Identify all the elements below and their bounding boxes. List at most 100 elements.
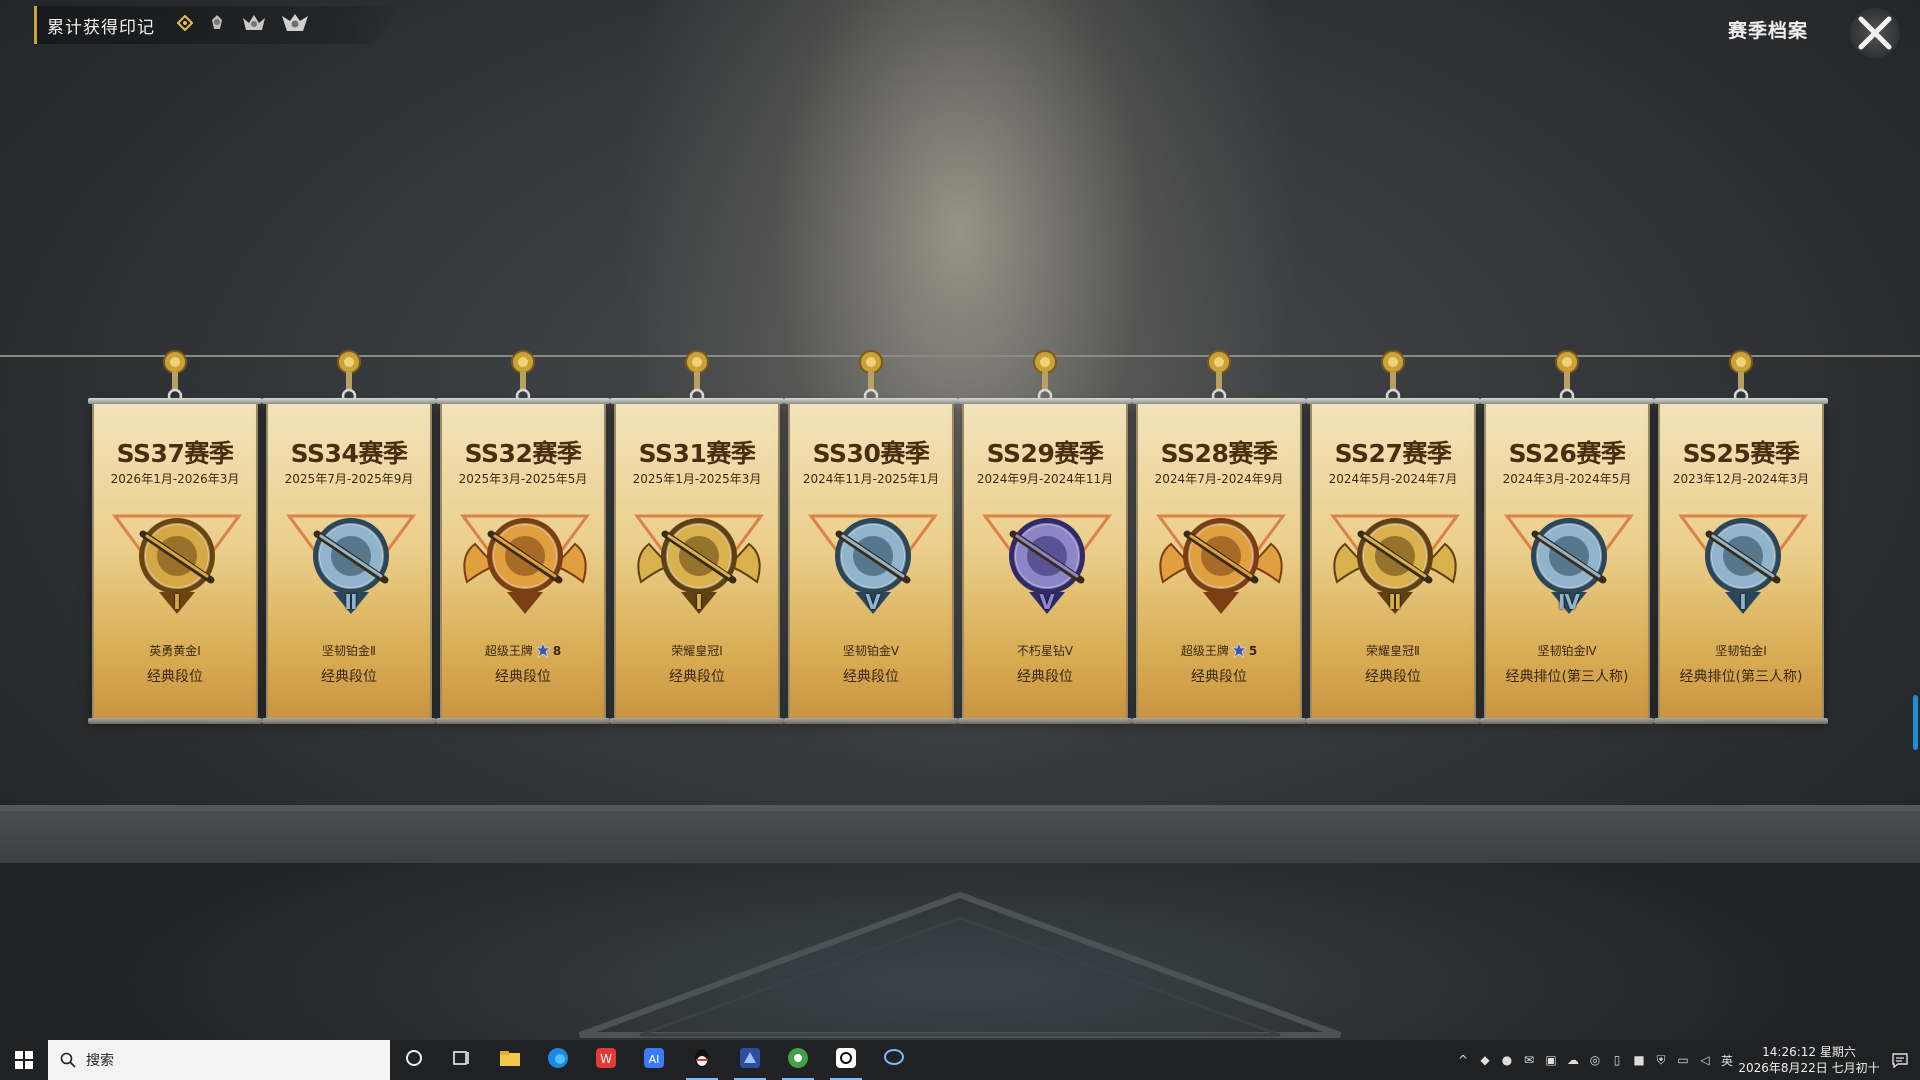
security-icon[interactable]: ⛨ — [1650, 1053, 1672, 1068]
chatgpt-taskbar-button[interactable] — [822, 1040, 870, 1080]
cortana-icon — [405, 1049, 423, 1071]
tray-app-icon[interactable]: ▣ — [1540, 1053, 1562, 1067]
floor-diamond-pattern — [578, 891, 1342, 1038]
tier-label: 坚韧铂金Ⅳ — [1486, 642, 1648, 659]
platinum-smg-emblem-icon: Ⅰ — [1673, 504, 1813, 624]
season-banner[interactable]: SS32赛季 2025年3月-2025年5月 超级王牌 8 经典段位 — [436, 398, 610, 724]
mode-label: 经典段位 — [1365, 669, 1421, 685]
mode-label: 经典段位 — [1017, 669, 1073, 685]
season-dates: 2023年12月-2024年3月 — [1672, 472, 1810, 486]
edge-taskbar-button[interactable] — [534, 1040, 582, 1080]
mode-label: 经典排位(第三人称) — [1505, 669, 1629, 685]
season-banner[interactable]: SS28赛季 2024年7月-2024年9月 超级王牌 5 经典段位 — [1132, 398, 1306, 724]
mode-label: 经典段位 — [147, 669, 203, 685]
mode-label: 经典段位 — [495, 669, 551, 685]
star-count: 5 — [1248, 644, 1258, 658]
mode-label: 经典段位 — [843, 669, 899, 685]
wps-taskbar-button[interactable]: W — [582, 1040, 630, 1080]
ace-mark-icon[interactable] — [281, 12, 309, 38]
file-explorer-taskbar-button[interactable] — [486, 1040, 534, 1080]
diamond-mark-icon[interactable] — [176, 14, 194, 35]
season-banner[interactable]: SS31赛季 2025年1月-2025年3月 Ⅰ 荣耀皇冠Ⅰ 经典段位 — [610, 398, 784, 724]
season-banner[interactable]: SS30赛季 2024年11月-2025年1月 Ⅴ 坚韧铂金Ⅴ 经典段位 — [784, 398, 958, 724]
green-app-taskbar-button[interactable] — [774, 1040, 822, 1080]
task-view-taskbar-button[interactable] — [438, 1040, 486, 1080]
start-button[interactable] — [0, 1040, 48, 1080]
season-dates: 2024年7月-2024年9月 — [1154, 472, 1284, 486]
notification-icon — [1892, 1053, 1908, 1068]
crown-mark-icon[interactable] — [241, 12, 267, 38]
tier-label: 超级王牌 5 — [1138, 641, 1300, 661]
achievement-label: 累计获得印记 — [47, 17, 155, 38]
season-dates: 2024年5月-2024年7月 — [1328, 472, 1458, 486]
tier-label: 超级王牌 8 — [442, 641, 604, 661]
game-scene: 累计获得印记 赛季档案 SS37赛季 2026年1月-2026年3月 Ⅰ 英勇黄… — [0, 0, 1920, 1040]
ace-winged-emblem-icon — [1151, 504, 1291, 624]
tier-name: 不朽星钻Ⅴ — [1016, 644, 1074, 658]
diamond-emblem-icon: Ⅴ — [977, 504, 1117, 624]
badge-mark-icon[interactable] — [207, 13, 227, 37]
season-title: SS26赛季 — [1508, 439, 1626, 468]
rank-numeral: Ⅴ — [1039, 590, 1055, 614]
ai-taskbar-button[interactable]: AI — [630, 1040, 678, 1080]
file-explorer-icon — [499, 1049, 521, 1071]
season-title: SS30赛季 — [812, 439, 930, 468]
game-launcher-icon — [739, 1047, 761, 1073]
season-banner[interactable]: SS26赛季 2024年3月-2024年5月 Ⅳ 坚韧铂金Ⅳ 经典排位(第三人称) — [1480, 398, 1654, 724]
taskbar-clock[interactable]: 14:26:12 星期六 2026年8月22日 七月初十 — [1738, 1044, 1880, 1076]
scrollbar-thumb[interactable] — [1913, 695, 1918, 750]
season-title: SS27赛季 — [1334, 439, 1452, 468]
platinum-smg-emblem-icon: Ⅴ — [803, 504, 943, 624]
tray-app-icon[interactable]: ◎ — [1584, 1053, 1606, 1067]
season-banner[interactable]: SS37赛季 2026年1月-2026年3月 Ⅰ 英勇黄金Ⅰ 经典段位 — [88, 398, 262, 724]
close-button[interactable] — [1850, 8, 1900, 58]
svg-text:W: W — [600, 1052, 612, 1066]
cortana-taskbar-button[interactable] — [390, 1040, 438, 1080]
system-tray: ^ ◆ ● ✉ ▣ ☁ ◎ ▯ ■ ⛨ ▭ ◁ 英 14:26:12 星期六 2… — [1452, 1040, 1920, 1080]
green-app-icon — [787, 1047, 809, 1073]
taskbar: 搜索 W AI ^ ◆ ● ✉ ▣ ☁ ◎ ▯ ■ ⛨ ▭ ◁ 英 14:26:1… — [0, 1040, 1920, 1080]
tray-app-icon[interactable]: ▯ — [1606, 1053, 1628, 1067]
volume-muted-icon[interactable]: ◁ — [1694, 1053, 1716, 1067]
qq-taskbar-button[interactable] — [678, 1040, 726, 1080]
ime-indicator[interactable]: 英 — [1716, 1052, 1738, 1069]
platinum-smg-emblem-icon: Ⅱ — [281, 504, 421, 624]
tier-name: 荣耀皇冠Ⅰ — [671, 644, 723, 658]
chat-bubble-taskbar-button[interactable] — [870, 1040, 918, 1080]
star-count: 8 — [552, 644, 562, 658]
season-banner[interactable]: SS34赛季 2025年7月-2025年9月 Ⅱ 坚韧铂金Ⅱ 经典段位 — [262, 398, 436, 724]
clock-time: 14:26:12 星期六 — [1762, 1045, 1856, 1059]
star-badge-icon — [534, 641, 551, 661]
clock-date: 2026年8月22日 七月初十 — [1738, 1061, 1880, 1075]
network-icon[interactable]: ▭ — [1672, 1053, 1694, 1067]
tier-label: 坚韧铂金Ⅴ — [790, 642, 952, 659]
tray-app-icon[interactable]: ✉ — [1518, 1053, 1540, 1067]
tray-overflow-icon[interactable]: ^ — [1452, 1053, 1474, 1067]
tray-app-icon[interactable]: ◆ — [1474, 1053, 1496, 1067]
tray-app-icon[interactable]: ● — [1496, 1053, 1518, 1067]
season-dates: 2024年9月-2024年11月 — [976, 472, 1114, 486]
season-banner[interactable]: SS29赛季 2024年9月-2024年11月 Ⅴ 不朽星钻Ⅴ 经典段位 — [958, 398, 1132, 724]
hanging-wire — [0, 355, 1920, 357]
tier-name: 超级王牌 — [484, 644, 533, 658]
notification-button[interactable] — [1880, 1052, 1920, 1068]
tier-label: 不朽星钻Ⅴ — [964, 642, 1126, 659]
season-title: SS25赛季 — [1682, 439, 1800, 468]
tray-app-icon[interactable]: ☁ — [1562, 1053, 1584, 1067]
crown-winged-emblem-icon: Ⅰ — [629, 504, 769, 624]
rank-numeral: Ⅰ — [173, 590, 181, 614]
game-launcher-taskbar-button[interactable] — [726, 1040, 774, 1080]
rank-numeral: Ⅱ — [1388, 590, 1402, 614]
qq-icon — [691, 1047, 713, 1073]
season-banner[interactable]: SS27赛季 2024年5月-2024年7月 Ⅱ 荣耀皇冠Ⅱ 经典段位 — [1306, 398, 1480, 724]
taskbar-search-box[interactable]: 搜索 — [48, 1040, 390, 1080]
season-title: SS32赛季 — [464, 439, 582, 468]
season-banner[interactable]: SS25赛季 2023年12月-2024年3月 Ⅰ 坚韧铂金Ⅰ 经典排位(第三人称) — [1654, 398, 1828, 724]
tray-app-icon[interactable]: ■ — [1628, 1053, 1650, 1067]
achievement-strip[interactable]: 累计获得印记 — [34, 6, 403, 44]
tier-label: 坚韧铂金Ⅱ — [268, 642, 430, 659]
tier-name: 坚韧铂金Ⅱ — [322, 644, 376, 658]
edge-icon — [547, 1047, 569, 1073]
page-title: 赛季档案 — [1727, 20, 1808, 42]
rank-numeral: Ⅰ — [1739, 590, 1747, 614]
